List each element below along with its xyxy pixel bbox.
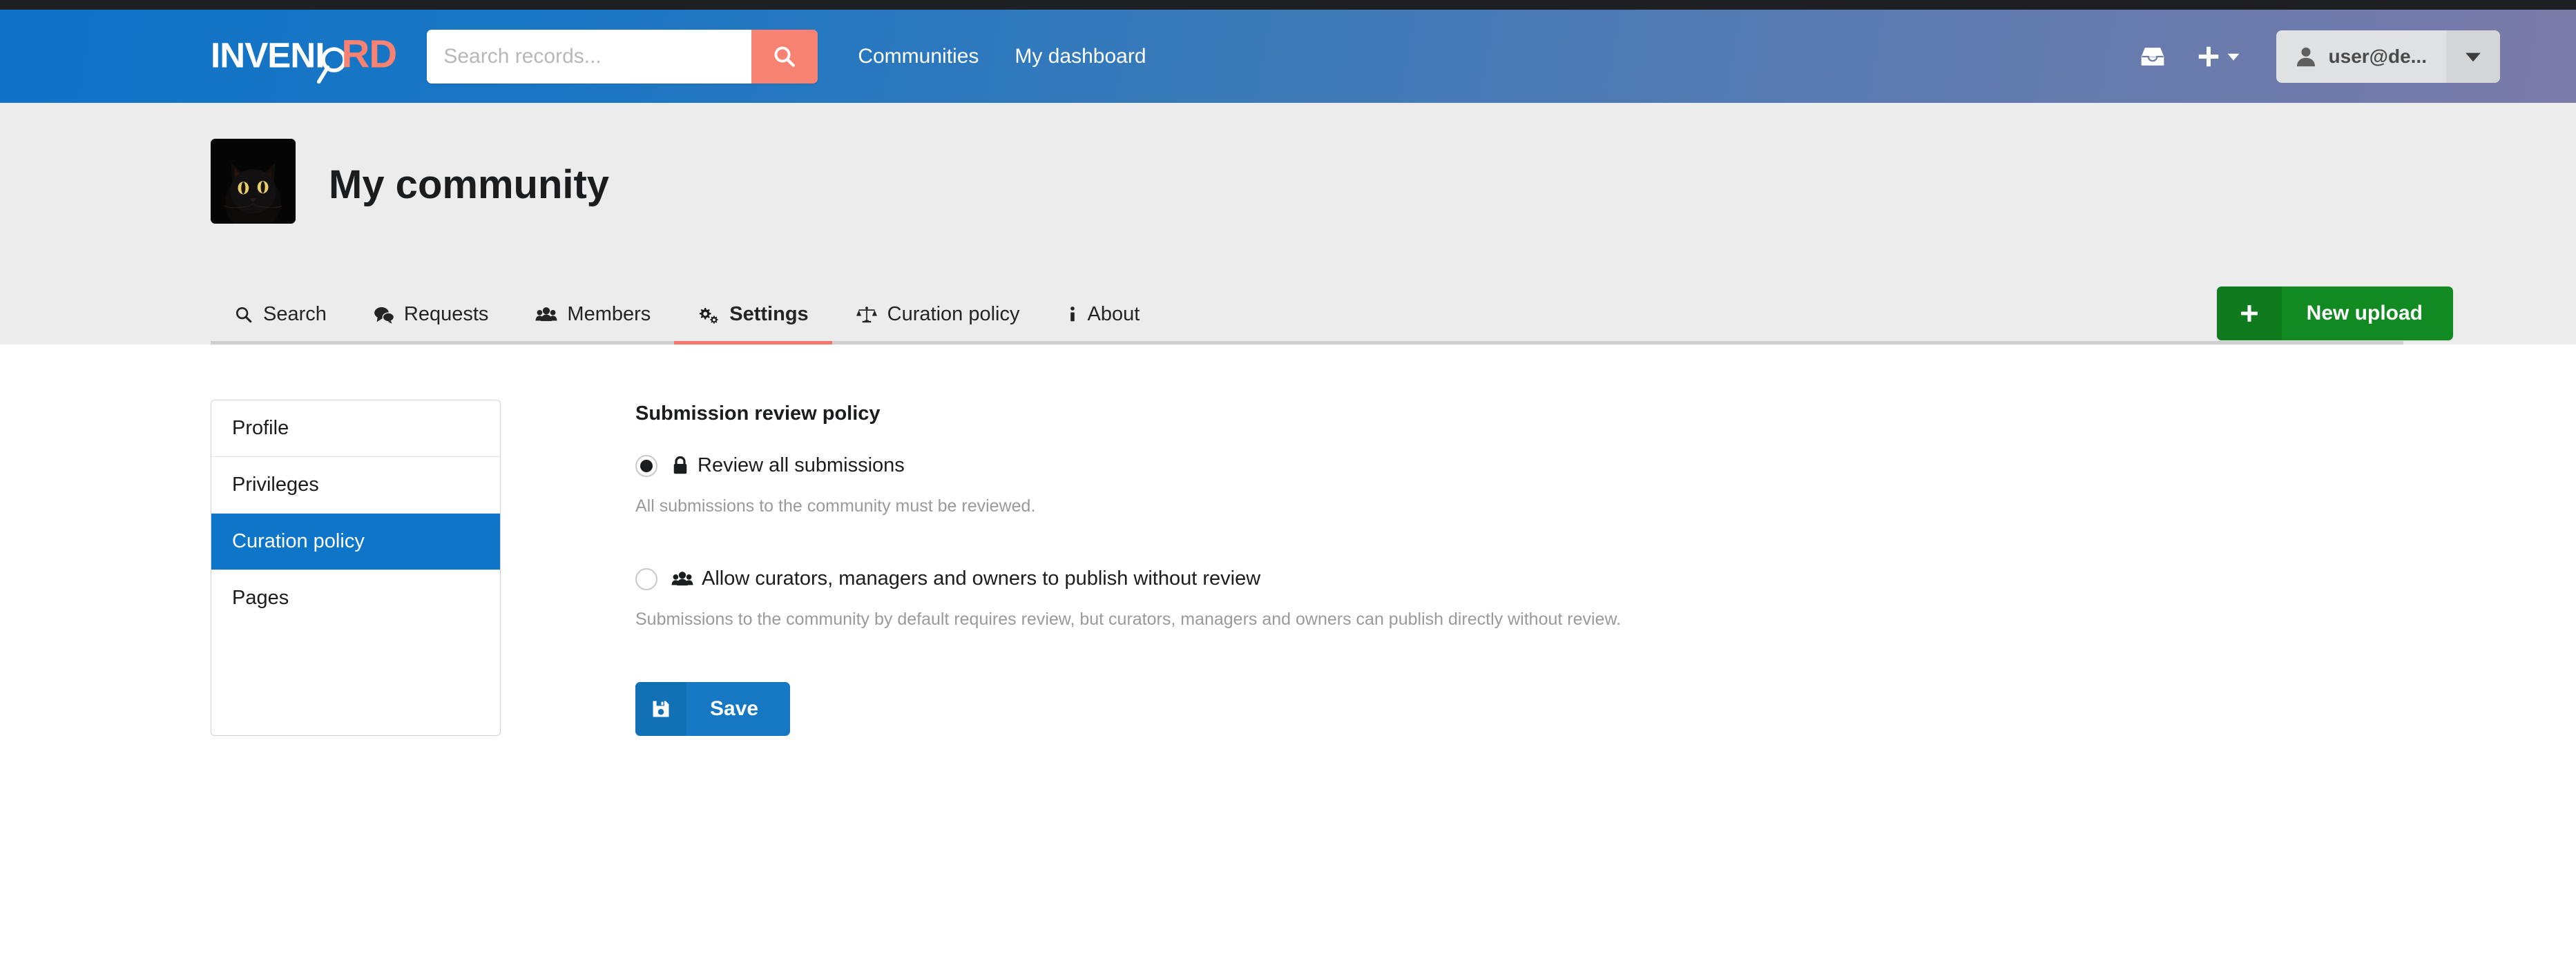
- user-menu-label: user@de...: [2328, 45, 2427, 67]
- save-icon: [653, 701, 669, 717]
- nav-link-communities[interactable]: Communities: [858, 46, 979, 67]
- radio-review-all-submissions[interactable]: Review all submissions: [635, 454, 1621, 477]
- cogs-icon: [700, 307, 718, 324]
- settings-side-menu: Profile Privileges Curation policy Pages: [211, 400, 501, 736]
- info-icon: [1070, 306, 1075, 321]
- community-banner: My community New upload Search Requests …: [0, 103, 2576, 344]
- svg-text:RDM: RDM: [342, 32, 400, 75]
- search-icon: [236, 307, 252, 322]
- tab-settings[interactable]: Settings: [674, 291, 833, 344]
- header-right-group: user@de...: [2125, 30, 2500, 83]
- section-title: Submission review policy: [635, 402, 881, 425]
- inbox-icon: [2141, 47, 2164, 66]
- comments-icon: [374, 307, 394, 324]
- tab-about[interactable]: About: [1044, 291, 1164, 341]
- sidebar-item-privileges[interactable]: Privileges: [211, 457, 500, 514]
- lock-icon: [673, 456, 687, 474]
- users-icon: [671, 571, 693, 585]
- tab-label: Members: [567, 303, 651, 325]
- sidebar-item-profile[interactable]: Profile: [211, 400, 500, 457]
- radio-help-text: All submissions to the community must be…: [635, 496, 1036, 516]
- radio-label: Allow curators, managers and owners to p…: [671, 567, 1260, 590]
- inveniordm-logo-icon: INVENI RDM: [211, 32, 400, 84]
- top-navigation: Communities My dashboard: [858, 46, 1146, 67]
- tab-members[interactable]: Members: [512, 291, 674, 341]
- community-logo[interactable]: [211, 139, 296, 224]
- nav-link-my-dashboard[interactable]: My dashboard: [1015, 46, 1146, 67]
- tab-curation-policy[interactable]: Curation policy: [832, 291, 1044, 341]
- site-header: INVENI RDM Communities My dashboard: [0, 10, 2576, 103]
- tab-label: Requests: [403, 303, 489, 325]
- balance-scale-icon: [856, 306, 877, 322]
- user-icon: [2296, 47, 2315, 66]
- inveniordm-logo[interactable]: INVENI RDM: [211, 10, 399, 103]
- svg-text:INVENI: INVENI: [211, 35, 325, 75]
- search-icon: [774, 46, 796, 67]
- user-menu: user@de...: [2276, 30, 2500, 83]
- page-title: My community: [329, 162, 610, 207]
- sidebar-item-pages[interactable]: Pages: [211, 570, 500, 626]
- community-logo-image: [211, 139, 296, 224]
- radio-indicator[interactable]: [635, 454, 657, 477]
- tab-requests[interactable]: Requests: [350, 291, 512, 341]
- save-icon-box: [635, 682, 686, 736]
- quick-create-menu[interactable]: [2180, 43, 2256, 70]
- tab-label: Settings: [729, 303, 809, 325]
- radio-text: Allow curators, managers and owners to p…: [702, 567, 1261, 590]
- save-button-label: Save: [710, 697, 759, 720]
- radio-indicator[interactable]: [635, 567, 657, 590]
- settings-main: Profile Privileges Curation policy Pages…: [0, 344, 2576, 736]
- chevron-down-icon: [2227, 53, 2239, 61]
- tab-label: Curation policy: [887, 303, 1020, 325]
- search-input[interactable]: [427, 29, 752, 84]
- tab-label: About: [1087, 303, 1140, 325]
- user-menu-button[interactable]: user@de...: [2276, 30, 2446, 83]
- users-icon: [535, 307, 557, 321]
- radio-label: Review all submissions: [671, 454, 905, 477]
- tab-label: Search: [263, 303, 327, 325]
- sidebar-item-curation-policy[interactable]: Curation policy: [211, 514, 500, 570]
- plus-icon: [2198, 46, 2218, 66]
- user-menu-caret-button[interactable]: [2446, 30, 2500, 83]
- tab-search[interactable]: Search: [211, 291, 350, 341]
- browser-top-strip: [0, 0, 2576, 10]
- caret-down-icon: [2466, 52, 2481, 61]
- radio-allow-publish-without-review[interactable]: Allow curators, managers and owners to p…: [635, 567, 1621, 590]
- radio-help-text: Submissions to the community by default …: [635, 610, 1622, 629]
- search-form: [427, 29, 818, 84]
- curation-policy-form: Submission review policy Review all subm…: [635, 400, 1621, 736]
- community-tabs: Search Requests Members Settings Curatio…: [211, 291, 2403, 344]
- search-submit-button[interactable]: [751, 29, 818, 84]
- inbox-button[interactable]: [2125, 45, 2180, 68]
- radio-text: Review all submissions: [698, 454, 905, 476]
- save-button[interactable]: Save: [635, 682, 791, 736]
